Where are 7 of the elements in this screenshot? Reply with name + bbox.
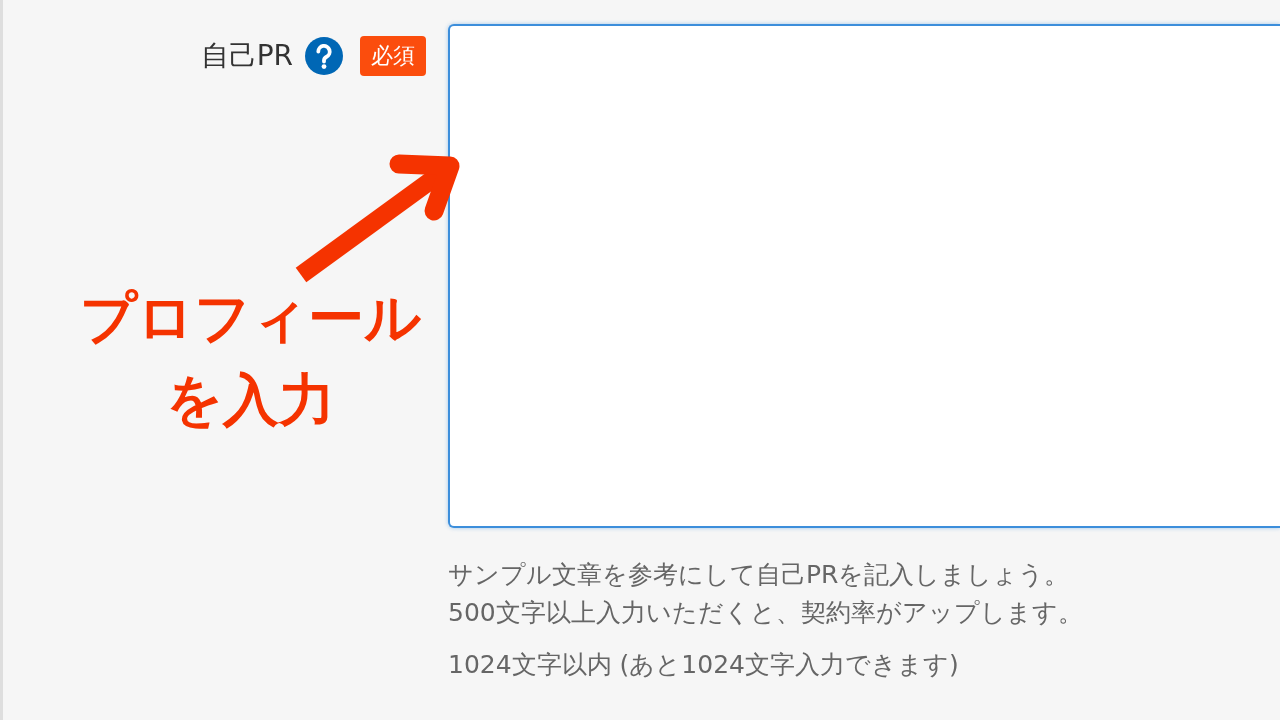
field-label: 自己PR [200,38,293,74]
help-icon[interactable] [305,37,343,75]
character-limit-text: 1024文字以内 (あと1024文字入力できます) [448,649,960,681]
hint-text: サンプル文章を参考にして自己PRを記入しましょう。 [448,559,1071,591]
hint-text: 500文字以上入力いただくと、契約率がアップします。 [448,597,1084,629]
required-badge: 必須 [360,36,426,76]
callout-text: プロフィール を入力 [78,284,422,434]
